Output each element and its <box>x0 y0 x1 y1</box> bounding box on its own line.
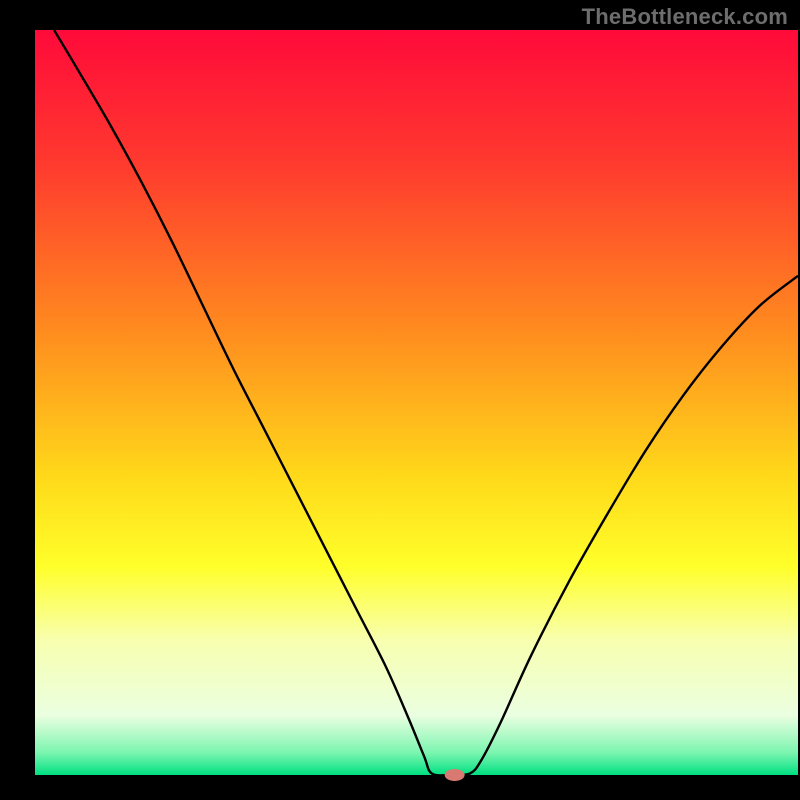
chart-background <box>35 30 798 775</box>
optimal-point-marker <box>445 769 465 781</box>
bottleneck-chart <box>0 0 800 800</box>
chart-frame: { "watermark": "TheBottleneck.com", "cha… <box>0 0 800 800</box>
